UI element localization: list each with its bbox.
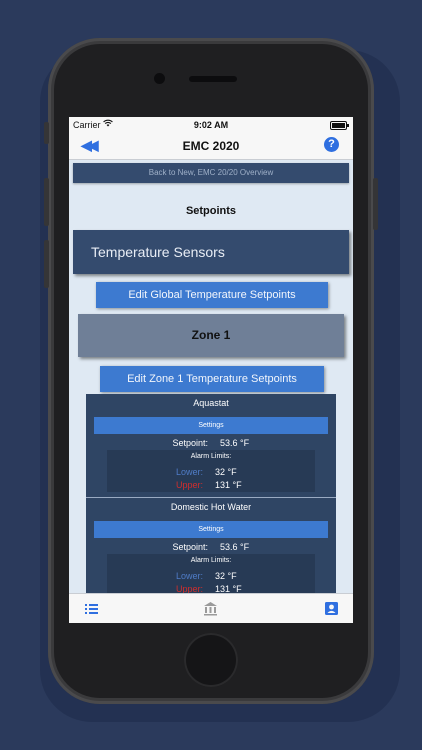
nav-title: EMC 2020: [182, 139, 240, 153]
setpoint-value: 53.6 °F: [220, 542, 250, 552]
account-icon[interactable]: [324, 601, 339, 616]
tab-bar: [69, 593, 353, 623]
device-name: Aquastat: [193, 398, 229, 408]
alarm-limits-label: Alarm Limits:: [190, 453, 232, 460]
upper-limit-value: 131 °F: [215, 584, 242, 593]
device-name: Domestic Hot Water: [170, 502, 252, 512]
status-time: 9:02 AM: [193, 120, 229, 130]
upper-limit-label: Upper:: [175, 480, 203, 490]
settings-button[interactable]: Settings: [94, 417, 328, 434]
device-card-domestic-hot-water: Domestic Hot Water Settings Setpoint: 53…: [86, 498, 336, 593]
upper-limit-value: 131 °F: [215, 480, 242, 490]
upper-limit-label: Upper:: [175, 584, 203, 593]
volume-down-button: [44, 240, 49, 288]
edit-zone-setpoints-button[interactable]: Edit Zone 1 Temperature Setpoints: [100, 366, 324, 392]
power-button: [373, 178, 378, 230]
help-icon[interactable]: ?: [324, 137, 339, 152]
mute-switch: [44, 122, 49, 144]
lower-limit-label: Lower:: [175, 571, 203, 581]
temperature-sensors-header: Temperature Sensors: [73, 230, 349, 274]
setpoint-label: Setpoint:: [172, 542, 208, 552]
lower-limit-value: 32 °F: [215, 571, 237, 581]
setpoint-value: 53.6 °F: [220, 438, 250, 448]
battery-icon: [330, 121, 349, 130]
settings-button[interactable]: Settings: [94, 521, 328, 538]
navigation-bar: ◀◀ EMC 2020 ?: [69, 133, 353, 160]
setpoint-label: Setpoint:: [172, 438, 208, 448]
earpiece-speaker: [189, 76, 237, 82]
lower-limit-label: Lower:: [175, 467, 203, 477]
alarm-limits-label: Alarm Limits:: [190, 557, 232, 564]
app-screen: Carrier 9:02 AM ◀◀ EMC 2020 ? Back to Ne…: [69, 117, 353, 623]
zone-header: Zone 1: [78, 314, 344, 357]
home-button[interactable]: [184, 633, 238, 687]
list-icon[interactable]: [84, 601, 99, 616]
alarm-limits-box: Alarm Limits: Lower: 32 °F Upper: 131 °F: [107, 450, 315, 492]
setpoints-content[interactable]: Back to New, EMC 20/20 Overview Setpoint…: [69, 160, 353, 593]
lower-limit-value: 32 °F: [215, 467, 237, 477]
device-card-aquastat: Aquastat Settings Setpoint: 53.6 °F Alar…: [86, 394, 336, 498]
volume-up-button: [44, 178, 49, 226]
bank-icon[interactable]: [203, 601, 218, 616]
page-title: Setpoints: [185, 205, 237, 217]
status-bar: Carrier 9:02 AM: [69, 117, 353, 133]
alarm-limits-box: Alarm Limits: Lower: 32 °F Upper: 131 °F: [107, 554, 315, 593]
front-camera: [154, 73, 165, 84]
edit-global-setpoints-button[interactable]: Edit Global Temperature Setpoints: [96, 282, 328, 308]
back-to-overview-link[interactable]: Back to New, EMC 20/20 Overview: [73, 163, 349, 183]
